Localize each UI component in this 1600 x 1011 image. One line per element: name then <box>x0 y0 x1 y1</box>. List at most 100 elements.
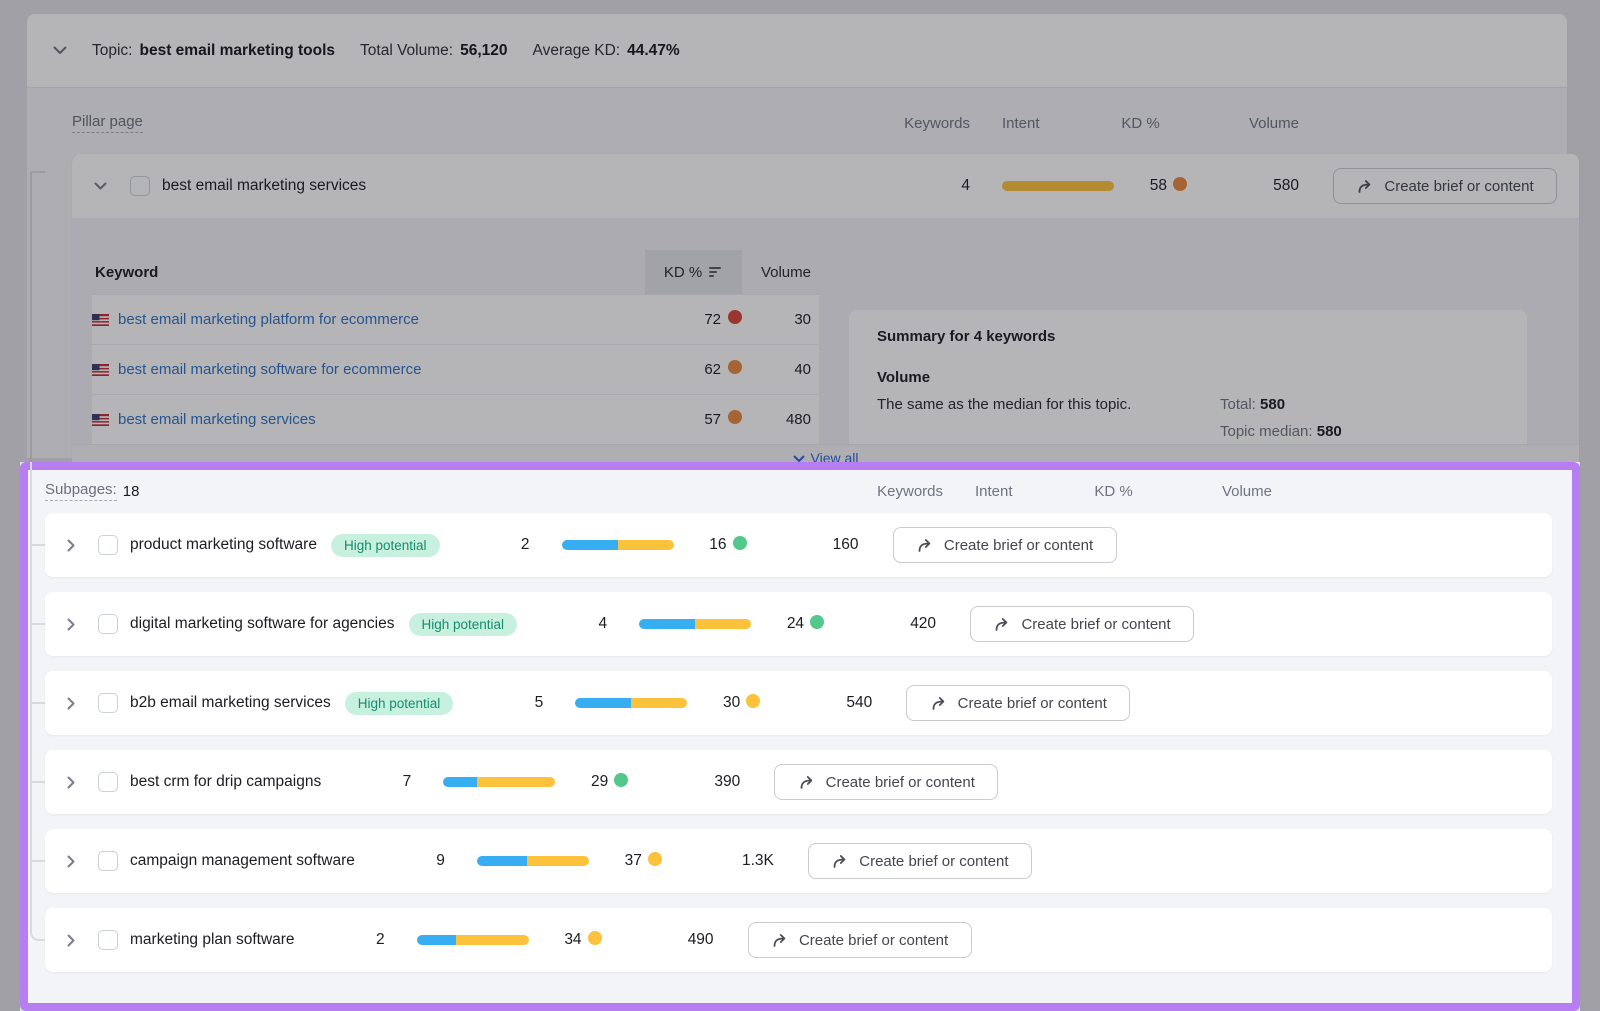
intent-bar-track <box>477 856 589 866</box>
create-brief-button[interactable]: Create brief or content <box>774 764 998 800</box>
kd-dot-icon <box>648 852 662 866</box>
kd-difficulty-dot <box>648 852 664 871</box>
kd-dot-icon <box>728 310 742 324</box>
kd-dot-icon <box>733 536 747 550</box>
us-flag-icon <box>92 364 109 376</box>
intent-column-header: Intent <box>975 483 1087 500</box>
kd-difficulty-dot <box>728 410 742 429</box>
keywords-count: 7 <box>321 773 411 791</box>
subpage-title: campaign management software <box>130 852 355 870</box>
keyword-link[interactable]: best email marketing software for ecomme… <box>118 361 421 378</box>
keyword-kd-value: 57 <box>654 411 721 428</box>
page: Topic:best email marketing tools Total V… <box>0 0 1600 1011</box>
create-brief-label: Create brief or content <box>799 932 948 949</box>
subpage-title: b2b email marketing services <box>130 694 331 712</box>
summary-title: Summary for 4 keywords <box>877 328 1499 345</box>
subpage-row[interactable]: campaign management software9371.3KCreat… <box>45 829 1552 893</box>
subpage-checkbox[interactable] <box>98 614 118 634</box>
volume-value: 160 <box>749 536 859 554</box>
dim-overlay-right <box>1580 462 1600 1011</box>
kd-value: 16 <box>674 536 727 554</box>
kd-column-header: KD % <box>1103 115 1178 132</box>
topic-total-volume: Total Volume:56,120 <box>360 42 507 60</box>
create-brief-arrow-icon <box>930 695 948 712</box>
subpage-row[interactable]: marketing plan software234490Create brie… <box>45 908 1552 972</box>
kd-difficulty-dot <box>588 931 604 950</box>
subpage-row[interactable]: b2b email marketing services High potenti… <box>45 671 1552 735</box>
create-brief-arrow-icon <box>916 537 934 554</box>
keyword-volume-value: 40 <box>742 361 819 378</box>
kd-dot-icon <box>588 931 602 945</box>
kd-value: 29 <box>555 773 608 791</box>
create-brief-arrow-icon <box>831 853 849 870</box>
keywords-count: 4 <box>517 615 607 633</box>
create-brief-button-cell: Create brief or content <box>1333 168 1557 204</box>
keywords-count: 4 <box>880 177 970 195</box>
intent-segment-blue <box>562 540 618 550</box>
create-brief-arrow-icon <box>1356 178 1374 195</box>
create-brief-button[interactable]: Create brief or content <box>1333 168 1557 204</box>
keyword-volume-value: 480 <box>742 411 819 428</box>
subpage-title: best crm for drip campaigns <box>130 773 321 791</box>
create-brief-label: Create brief or content <box>944 537 1093 554</box>
pillar-title: best email marketing services <box>162 177 366 195</box>
keyword-column-header: Keyword <box>92 264 158 281</box>
kd-dot-icon <box>810 615 824 629</box>
high-potential-badge: High potential <box>345 692 454 715</box>
keywords-count: 9 <box>355 852 445 870</box>
topic-collapse-chevron-down-icon[interactable] <box>53 46 67 55</box>
create-brief-button[interactable]: Create brief or content <box>748 922 972 958</box>
pillar-chevron-down-icon[interactable] <box>94 182 107 190</box>
pillar-row[interactable]: best email marketing services 458580Crea… <box>72 154 1579 218</box>
keyword-kd-value: 62 <box>654 361 721 378</box>
intent-segment-blue <box>443 777 477 787</box>
create-brief-button[interactable]: Create brief or content <box>893 527 1117 563</box>
subpages-label[interactable]: Subpages: <box>45 481 117 501</box>
subpage-checkbox[interactable] <box>98 535 118 555</box>
kd-difficulty-dot <box>614 773 630 792</box>
subpage-row[interactable]: digital marketing software for agenciesH… <box>45 592 1552 656</box>
topic-header-bar: Topic:best email marketing tools Total V… <box>27 14 1567 88</box>
pillar-section-header: Pillar page Keywords Intent KD % Volume <box>72 102 1579 144</box>
summary-median-value: 580 <box>1317 423 1342 440</box>
pillar-page-label[interactable]: Pillar page <box>72 113 143 133</box>
high-potential-badge: High potential <box>331 534 440 557</box>
keyword-link[interactable]: best email marketing platform for ecomme… <box>118 311 419 328</box>
intent-segment-yellow <box>618 540 674 550</box>
intent-bar <box>443 777 555 787</box>
kd-value: 37 <box>589 852 642 870</box>
create-brief-button-cell: Create brief or content <box>970 606 1194 642</box>
subpage-checkbox[interactable] <box>98 693 118 713</box>
intent-segment-yellow <box>1002 181 1114 191</box>
intent-bar <box>1002 181 1114 191</box>
kd-difficulty-dot <box>733 536 749 555</box>
subpage-checkbox[interactable] <box>98 772 118 792</box>
keywords-count: 5 <box>453 694 543 712</box>
kd-difficulty-dot <box>746 694 762 713</box>
subpage-row[interactable]: product marketing softwareHigh potential… <box>45 513 1552 577</box>
expand-chevron-right-icon <box>67 855 75 868</box>
keyword-link[interactable]: best email marketing services <box>118 411 316 428</box>
volume-value: 390 <box>630 773 740 791</box>
kd-sort-header[interactable]: KD % <box>645 250 742 294</box>
pillar-checkbox[interactable] <box>130 176 150 196</box>
subpage-checkbox[interactable] <box>98 851 118 871</box>
subpage-checkbox[interactable] <box>98 930 118 950</box>
keyword-volume-header: Volume <box>742 264 819 281</box>
intent-segment-blue <box>575 698 631 708</box>
keyword-row: best email marketing services 57 480 <box>92 394 819 444</box>
create-brief-button[interactable]: Create brief or content <box>906 685 1130 721</box>
column-headers: Keywords Intent KD % Volume <box>880 115 1579 132</box>
create-brief-button[interactable]: Create brief or content <box>808 843 1032 879</box>
create-brief-label: Create brief or content <box>859 853 1008 870</box>
intent-bar <box>575 698 687 708</box>
intent-segment-yellow <box>456 935 529 945</box>
kd-difficulty-dot <box>810 615 826 634</box>
kd-dot-icon <box>1173 177 1187 191</box>
subpage-row[interactable]: best crm for drip campaigns7 29 390 Create … <box>45 750 1552 814</box>
intent-segment-yellow <box>477 777 555 787</box>
intent-column-header: Intent <box>1002 115 1114 132</box>
create-brief-arrow-icon <box>771 932 789 949</box>
expand-chevron-right-icon <box>67 934 75 947</box>
create-brief-button[interactable]: Create brief or content <box>970 606 1194 642</box>
